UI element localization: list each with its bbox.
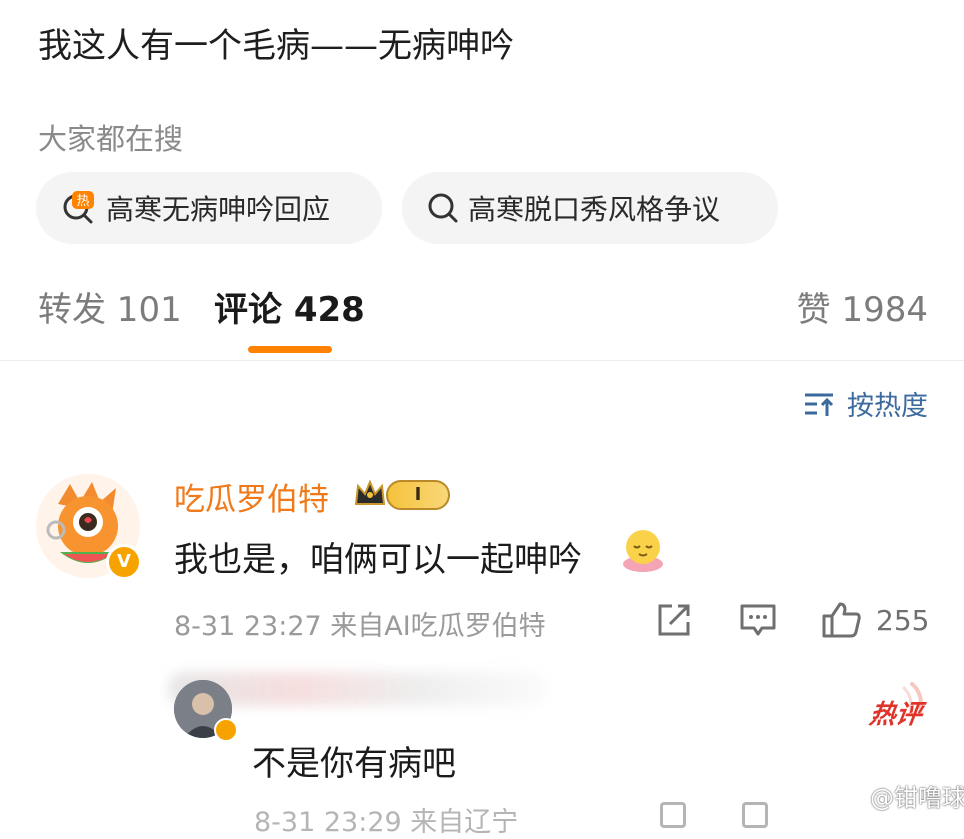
reply-verified-badge xyxy=(214,718,238,742)
comment-username[interactable]: 吃瓜罗伯特 xyxy=(174,474,329,519)
hot-search-chip-label: 高寒无病呻吟回应 xyxy=(106,193,331,226)
tab-repost[interactable]: 转发 101 xyxy=(38,282,182,331)
reply-reply-icon[interactable] xyxy=(742,802,768,828)
relaxed-face-emoji-icon xyxy=(623,530,663,572)
reply-icon[interactable] xyxy=(738,600,778,640)
sort-label: 按热度 xyxy=(847,391,928,422)
search-chip[interactable]: 高寒脱口秀风格争议 xyxy=(402,172,778,244)
reply-share-icon[interactable] xyxy=(660,802,686,828)
comment-text: 我也是，咱俩可以一起呻吟 xyxy=(174,540,582,580)
watermark: @钳噜球 xyxy=(836,778,964,813)
reply-meta-partial: 8-31 23:29 来自辽宁 xyxy=(254,807,519,838)
member-level-badge: I xyxy=(386,480,450,510)
crown-icon xyxy=(354,479,386,505)
search-icon xyxy=(428,193,458,223)
search-chip-label: 高寒脱口秀风格争议 xyxy=(468,193,721,226)
comment-meta: 8-31 23:27 来自AI吃瓜罗伯特 xyxy=(174,611,546,642)
sort-button[interactable]: 按热度 xyxy=(803,384,928,423)
hot-search-chip[interactable]: 热 高寒无病呻吟回应 xyxy=(36,172,382,244)
hot-comment-badge: 热评 xyxy=(867,700,924,730)
like-icon[interactable] xyxy=(820,600,864,640)
weibo-logo-icon xyxy=(836,784,865,808)
tab-like[interactable]: 赞 1984 xyxy=(797,282,928,331)
share-icon[interactable] xyxy=(654,600,694,640)
hot-search-icon: 热 xyxy=(63,191,94,224)
sort-icon xyxy=(805,393,834,416)
post-text: 我这人有一个毛病——无病呻吟 xyxy=(38,26,514,66)
hot-search-title: 大家都在搜 xyxy=(38,122,184,156)
active-tab-indicator xyxy=(248,346,332,353)
like-count: 255 xyxy=(876,604,930,637)
watermark-text: @钳噜球 xyxy=(870,784,964,812)
hot-badge-text: 热 xyxy=(76,194,89,209)
divider xyxy=(0,360,964,361)
reply-text: 不是你有病吧 xyxy=(252,744,456,784)
tab-comment[interactable]: 评论 428 xyxy=(214,282,365,331)
verified-badge: V xyxy=(106,544,142,580)
